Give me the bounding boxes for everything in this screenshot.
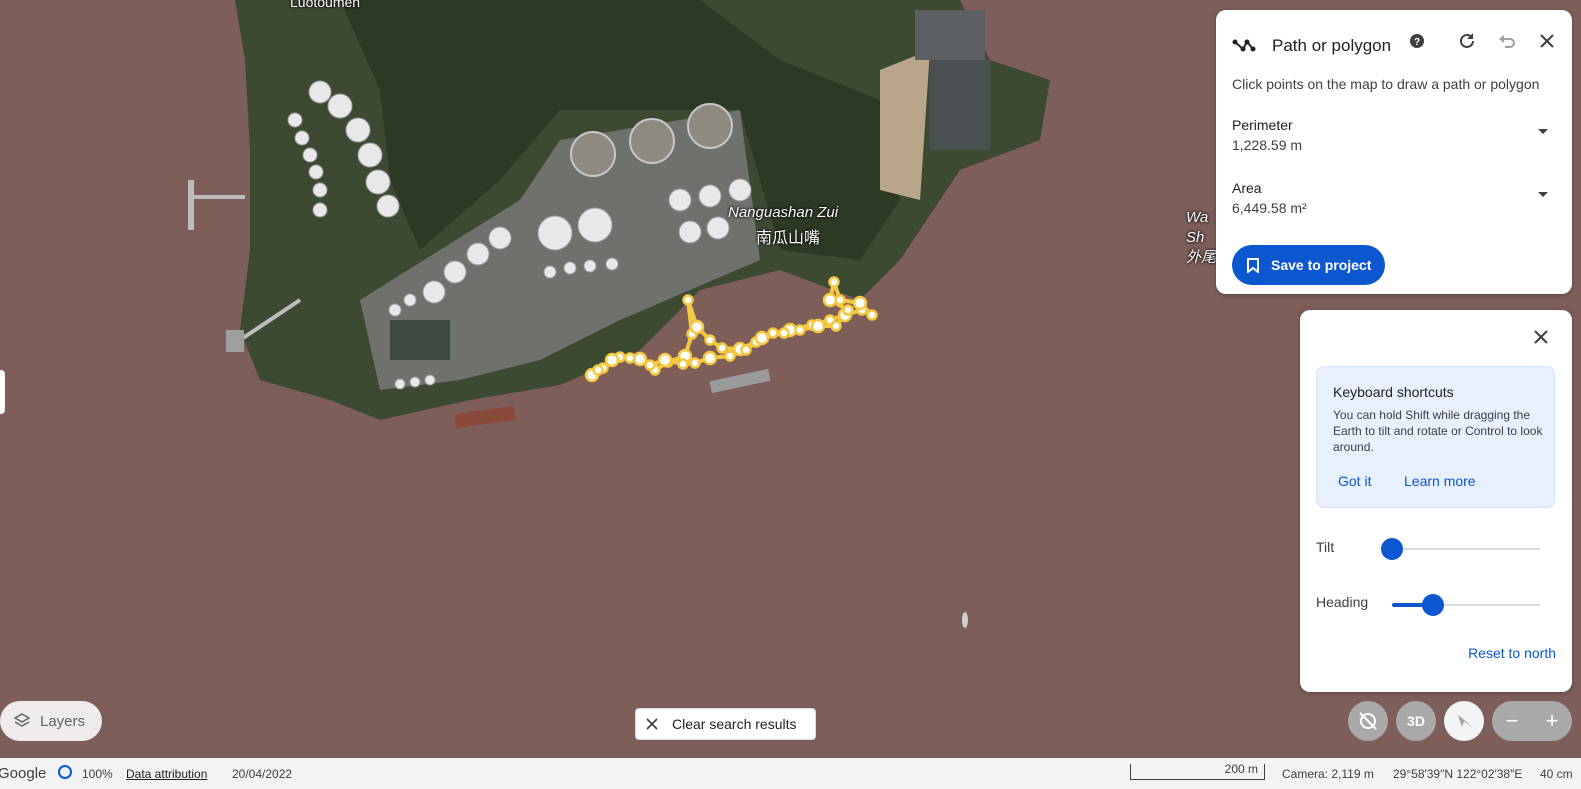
- map-label-right-line: Wa: [1186, 209, 1209, 226]
- chevron-down-icon[interactable]: [1538, 192, 1548, 197]
- perimeter-row[interactable]: Perimeter 1,228.59 m: [1232, 117, 1548, 161]
- save-to-project-label: Save to project: [1271, 257, 1372, 273]
- area-value: 6,449.58 m²: [1232, 200, 1307, 216]
- close-icon[interactable]: [1535, 29, 1559, 53]
- undo-icon[interactable]: [1495, 29, 1519, 53]
- zoom-in-icon[interactable]: +: [1546, 708, 1559, 734]
- tilt-label: Tilt: [1316, 539, 1335, 555]
- navigation-panel: Keyboard shortcuts You can hold Shift wh…: [1300, 310, 1572, 692]
- keyboard-shortcuts-title: Keyboard shortcuts: [1333, 384, 1454, 400]
- path-icon: [1232, 39, 1256, 52]
- path-vertex[interactable]: [592, 364, 604, 376]
- map-label-right: Wa Sh 外尾: [1186, 208, 1216, 268]
- path-vertex[interactable]: [852, 295, 868, 311]
- path-vertex[interactable]: [767, 327, 779, 339]
- clear-search-results-button[interactable]: Clear search results: [635, 708, 816, 740]
- path-vertex[interactable]: [866, 309, 878, 321]
- three-d-label: 3D: [1407, 713, 1425, 729]
- google-logo: Google: [0, 765, 47, 782]
- path-vertex[interactable]: [632, 351, 648, 367]
- path-vertex[interactable]: [740, 344, 752, 356]
- map-label-place-zh: 南瓜山嘴: [756, 230, 821, 247]
- path-vertex[interactable]: [822, 292, 838, 308]
- path-vertex[interactable]: [830, 320, 842, 332]
- elevation: 40 cm: [1540, 766, 1573, 781]
- path-panel-title: Path or polygon: [1272, 36, 1392, 55]
- path-vertex[interactable]: [682, 294, 694, 306]
- camera-altitude: Camera: 2,119 m: [1282, 766, 1374, 781]
- scale-bar[interactable]: 200 m: [1130, 762, 1265, 780]
- area-label: Area: [1232, 180, 1262, 196]
- loading-progress-icon: [58, 765, 72, 779]
- keyboard-shortcuts-card: Keyboard shortcuts You can hold Shift wh…: [1316, 366, 1555, 508]
- map-label-place-en: Nanguashan Zui: [728, 204, 839, 221]
- chevron-down-icon[interactable]: [1538, 129, 1548, 134]
- path-vertex[interactable]: [778, 327, 790, 339]
- path-vertex[interactable]: [754, 330, 770, 346]
- heading-slider-thumb[interactable]: [1422, 594, 1445, 616]
- path-vertex[interactable]: [604, 352, 620, 368]
- cursor-coordinates: 29°58′39″N 122°02′38″E: [1393, 766, 1523, 781]
- loading-percent: 100%: [82, 766, 113, 781]
- toggle-rotation-button[interactable]: [1348, 701, 1388, 741]
- path-vertex[interactable]: [624, 352, 636, 364]
- heading-label: Heading: [1316, 594, 1369, 610]
- map-label-top: Luotoumen: [290, 0, 361, 10]
- imagery-date: 20/04/2022: [232, 766, 293, 781]
- path-vertex[interactable]: [689, 357, 701, 369]
- layers-icon: [14, 713, 30, 727]
- layers-label: Layers: [40, 712, 86, 730]
- path-panel-header: Path or polygon: [1232, 36, 1391, 56]
- path-vertex[interactable]: [702, 350, 718, 366]
- svg-text:?: ?: [1414, 37, 1420, 48]
- zoom-out-icon[interactable]: −: [1506, 708, 1519, 734]
- path-vertex[interactable]: [677, 358, 689, 370]
- area-row[interactable]: Area 6,449.58 m²: [1232, 180, 1548, 224]
- refresh-icon[interactable]: [1455, 29, 1479, 53]
- tilt-slider-thumb[interactable]: [1381, 538, 1403, 560]
- heading-slider[interactable]: [1392, 594, 1540, 616]
- path-vertex[interactable]: [657, 352, 673, 368]
- path-vertex[interactable]: [828, 276, 840, 288]
- path-vertex[interactable]: [794, 324, 806, 336]
- got-it-button[interactable]: Got it: [1338, 473, 1371, 489]
- status-bar: Google 100% Data attribution 20/04/2022 …: [0, 758, 1581, 789]
- save-to-project-button[interactable]: Save to project: [1232, 245, 1385, 285]
- clear-search-results-label: Clear search results: [672, 716, 797, 732]
- path-instructions: Click points on the map to draw a path o…: [1232, 76, 1540, 92]
- tilt-slider[interactable]: [1381, 538, 1540, 560]
- data-attribution-link[interactable]: Data attribution: [126, 767, 207, 781]
- three-d-button[interactable]: 3D: [1396, 701, 1436, 741]
- path-vertex[interactable]: [644, 359, 656, 371]
- path-vertex[interactable]: [689, 319, 705, 335]
- help-icon[interactable]: ?: [1405, 29, 1429, 53]
- bookmark-icon: [1247, 257, 1259, 273]
- path-vertex[interactable]: [810, 318, 826, 334]
- layers-button[interactable]: Layers: [0, 701, 102, 741]
- learn-more-link[interactable]: Learn more: [1404, 473, 1476, 489]
- scale-label: 200 m: [1224, 762, 1258, 776]
- perimeter-value: 1,228.59 m: [1232, 137, 1303, 153]
- path-polygon-panel: Path or polygon ? Click points on the ma…: [1216, 10, 1572, 294]
- perimeter-label: Perimeter: [1232, 117, 1293, 133]
- path-vertex[interactable]: [724, 350, 736, 362]
- map-label-right-line: Sh: [1186, 229, 1205, 246]
- compass-icon: [1458, 715, 1472, 727]
- zoom-controls: − +: [1492, 701, 1572, 741]
- close-icon: [646, 718, 658, 730]
- compass-button[interactable]: [1444, 701, 1484, 741]
- path-vertex[interactable]: [842, 304, 854, 316]
- path-vertex[interactable]: [716, 342, 728, 354]
- map-label-right-line: 外尾: [1186, 249, 1217, 266]
- path-vertex[interactable]: [704, 334, 716, 346]
- reset-to-north-link[interactable]: Reset to north: [1468, 645, 1556, 661]
- close-icon[interactable]: [1529, 325, 1553, 349]
- keyboard-shortcuts-text: You can hold Shift while dragging the Ea…: [1333, 408, 1543, 454]
- rotation-off-icon: [1359, 712, 1377, 730]
- side-panel-handle[interactable]: [0, 370, 5, 414]
